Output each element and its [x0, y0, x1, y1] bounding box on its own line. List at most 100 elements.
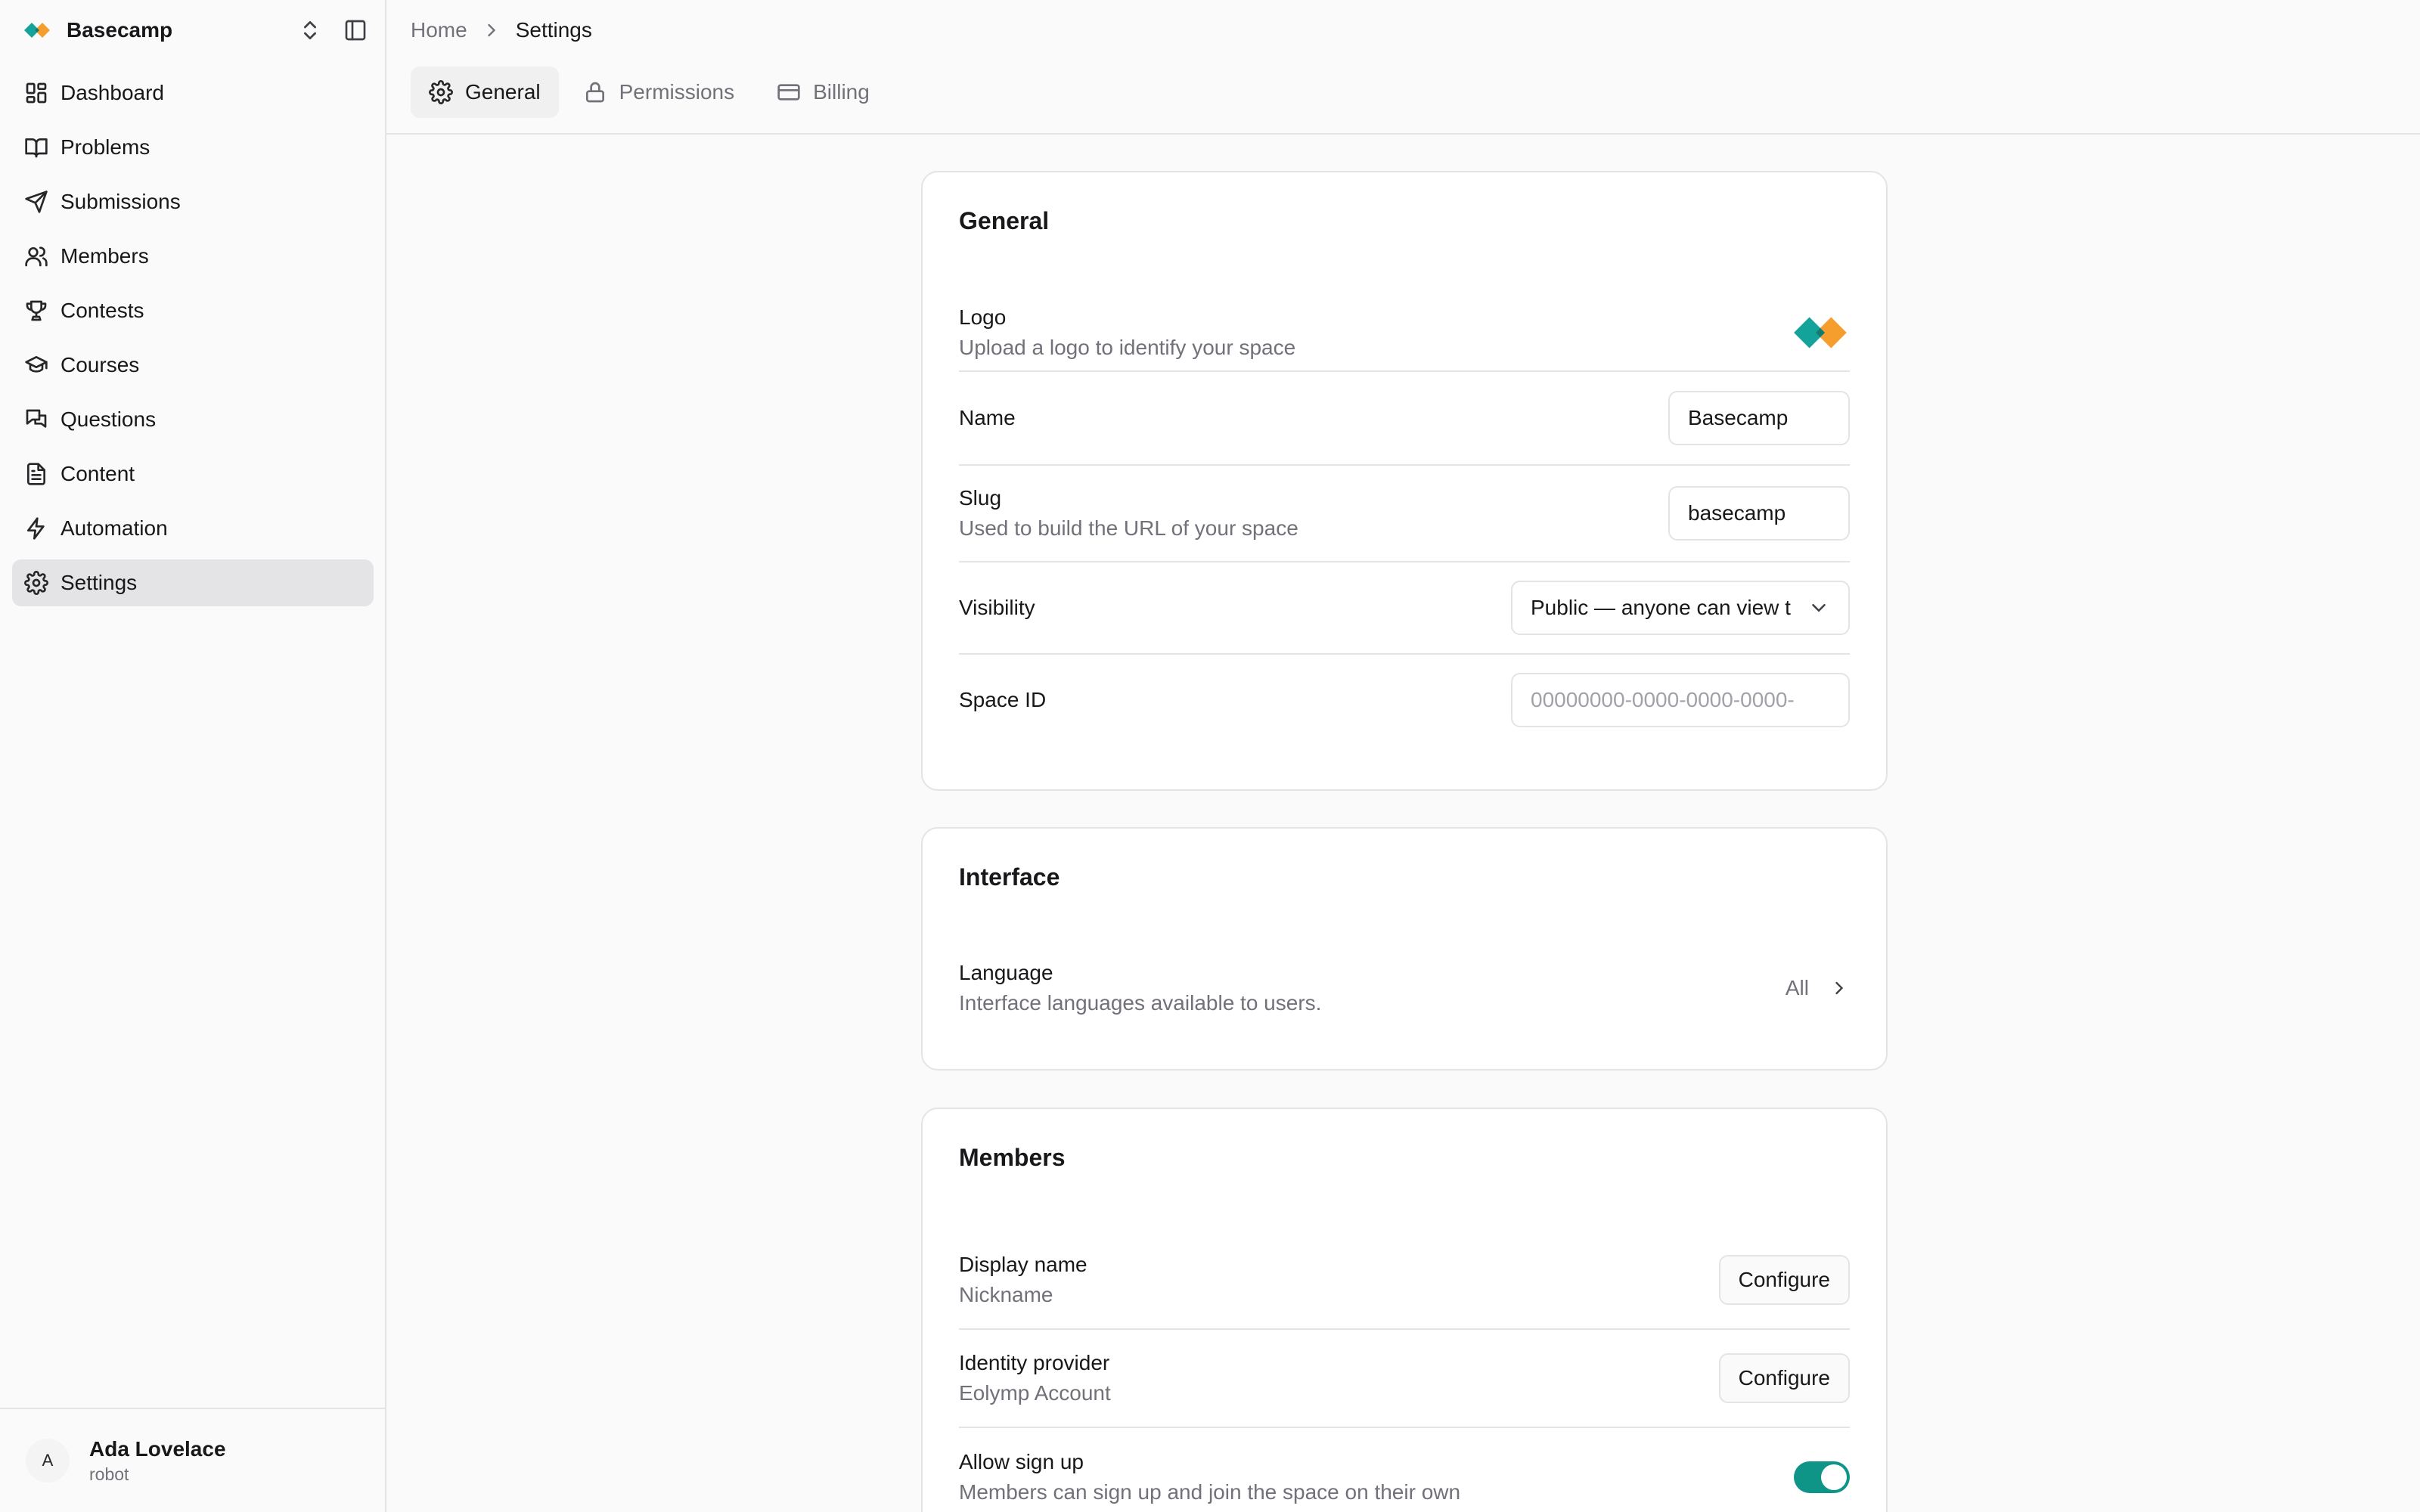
breadcrumb: Home Settings [411, 15, 592, 45]
card-title: General [959, 207, 1050, 234]
sidebar-item-label: Contests [60, 299, 144, 322]
user-name: Ada Lovelace [89, 1437, 226, 1461]
sidebar-item-settings[interactable]: Settings [12, 559, 374, 606]
tab-label: General [465, 80, 541, 104]
display-name-label: Display name [959, 1253, 1087, 1276]
settings-tabs: General Permissions Billing [411, 67, 894, 118]
sidebar-item-label: Automation [60, 516, 168, 540]
lightning-icon [27, 517, 45, 540]
identity-provider-row: Identity provider Eolymp Account Configu… [959, 1330, 1850, 1428]
sidebar-item-label: Dashboard [60, 81, 164, 104]
sidebar-nav: Dashboard Problems Submissions Members C… [12, 70, 374, 614]
sidebar-item-contests[interactable]: Contests [12, 287, 374, 334]
toggle-knob [1821, 1464, 1847, 1490]
allow-signup-description: Members can sign up and join the space o… [959, 1480, 1461, 1504]
space-id-field[interactable] [1511, 673, 1850, 727]
slug-label: Slug [959, 486, 1002, 510]
logo-label: Logo [959, 305, 1007, 329]
interface-card: Interface Language Interface languages a… [921, 827, 1888, 1070]
sidebar-item-questions[interactable]: Questions [12, 396, 374, 443]
language-label: Language [959, 961, 1053, 984]
card-title: Members [959, 1144, 1066, 1171]
identity-provider-label: Identity provider [959, 1351, 1110, 1374]
user-subtitle: robot [89, 1464, 129, 1484]
brand-logo-icon [24, 23, 50, 38]
name-label: Name [959, 406, 1016, 429]
users-icon [25, 246, 48, 267]
space-id-row: Space ID [959, 655, 1850, 745]
visibility-select[interactable]: Public — anyone can view t [1511, 581, 1850, 635]
language-description: Interface languages available to users. [959, 991, 1322, 1015]
sidebar-item-automation[interactable]: Automation [12, 505, 374, 552]
sidebar-item-courses[interactable]: Courses [12, 342, 374, 389]
sidebar-item-label: Members [60, 244, 149, 268]
sidebar-toggle-icon[interactable] [343, 18, 368, 42]
tab-permissions[interactable]: Permissions [565, 67, 752, 118]
slug-row: Slug Used to build the URL of your space [959, 466, 1850, 562]
chevron-right-icon [488, 23, 495, 37]
app: Basecamp Dashboard Problems Submissions … [0, 0, 2420, 1512]
name-row: Name [959, 372, 1850, 466]
breadcrumb-current: Settings [515, 18, 592, 42]
chevron-right-icon [1835, 981, 1844, 995]
allow-signup-label: Allow sign up [959, 1450, 1084, 1473]
tab-general[interactable]: General [411, 67, 559, 118]
space-logo-icon[interactable] [1791, 302, 1853, 364]
gear-icon [429, 80, 453, 104]
general-card: General Logo Upload a logo to identify y… [921, 171, 1888, 791]
dashboard-icon [26, 82, 47, 104]
slug-description: Used to build the URL of your space [959, 516, 1298, 540]
sidebar-item-content[interactable]: Content [12, 451, 374, 497]
tab-label: Billing [813, 80, 870, 104]
sidebar: Basecamp Dashboard Problems Submissions … [0, 0, 386, 1512]
name-input[interactable] [1668, 391, 1850, 445]
sidebar-item-label: Questions [60, 407, 157, 431]
topbar: Home Settings General Permissions Billin… [386, 0, 2420, 135]
language-link[interactable]: All [1786, 976, 1850, 1000]
workspace-name: Basecamp [67, 18, 173, 42]
sidebar-item-submissions[interactable]: Submissions [12, 178, 374, 225]
credit-card-icon [777, 84, 800, 101]
language-row: Language Interface languages available t… [959, 950, 1850, 1027]
breadcrumb-home[interactable]: Home [411, 18, 467, 42]
lock-icon [585, 82, 604, 103]
workspace-switcher[interactable]: Basecamp [23, 14, 368, 47]
visibility-row: Visibility Public — anyone can view t [959, 562, 1850, 655]
main-content: Home Settings General Permissions Billin… [386, 0, 2420, 1512]
allow-signup-row: Allow sign up Members can sign up and jo… [959, 1428, 1850, 1512]
sidebar-item-label: Problems [60, 135, 150, 159]
sidebar-item-problems[interactable]: Problems [12, 124, 374, 171]
members-card: Members Display name Nickname Configure … [921, 1108, 1888, 1512]
identity-provider-description: Eolymp Account [959, 1381, 1111, 1405]
document-icon [27, 463, 45, 485]
logo-row: Logo Upload a logo to identify your spac… [959, 295, 1850, 372]
chevron-down-icon [1812, 604, 1826, 612]
sidebar-item-members[interactable]: Members [12, 233, 374, 280]
sidebar-item-label: Settings [60, 571, 138, 594]
logo-description: Upload a logo to identify your space [959, 336, 1296, 359]
user-info: Ada Lovelace robot [89, 1436, 226, 1486]
sidebar-item-label: Submissions [60, 190, 181, 213]
visibility-label: Visibility [959, 596, 1035, 619]
language-value: All [1785, 976, 1809, 999]
avatar: A [26, 1439, 70, 1483]
user-menu[interactable]: A Ada Lovelace robot [0, 1408, 385, 1512]
space-id-label: Space ID [959, 688, 1047, 711]
sidebar-item-label: Content [60, 462, 135, 485]
book-icon [25, 138, 48, 158]
configure-identity-provider-button[interactable]: Configure [1718, 1353, 1850, 1403]
send-icon [25, 191, 48, 213]
graduation-cap-icon [25, 356, 48, 373]
chevrons-up-down-icon[interactable] [298, 18, 322, 42]
display-name-description: Nickname [959, 1283, 1053, 1306]
configure-display-name-button[interactable]: Configure [1718, 1255, 1850, 1305]
allow-signup-toggle[interactable] [1794, 1461, 1850, 1493]
sidebar-item-label: Courses [60, 353, 140, 376]
slug-input[interactable] [1668, 486, 1850, 541]
chat-icon [26, 409, 47, 428]
display-name-row: Display name Nickname Configure [959, 1232, 1850, 1330]
tab-billing[interactable]: Billing [759, 67, 888, 118]
visibility-value: Public — anyone can view t [1531, 596, 1791, 619]
trophy-icon [26, 300, 47, 321]
sidebar-item-dashboard[interactable]: Dashboard [12, 70, 374, 116]
